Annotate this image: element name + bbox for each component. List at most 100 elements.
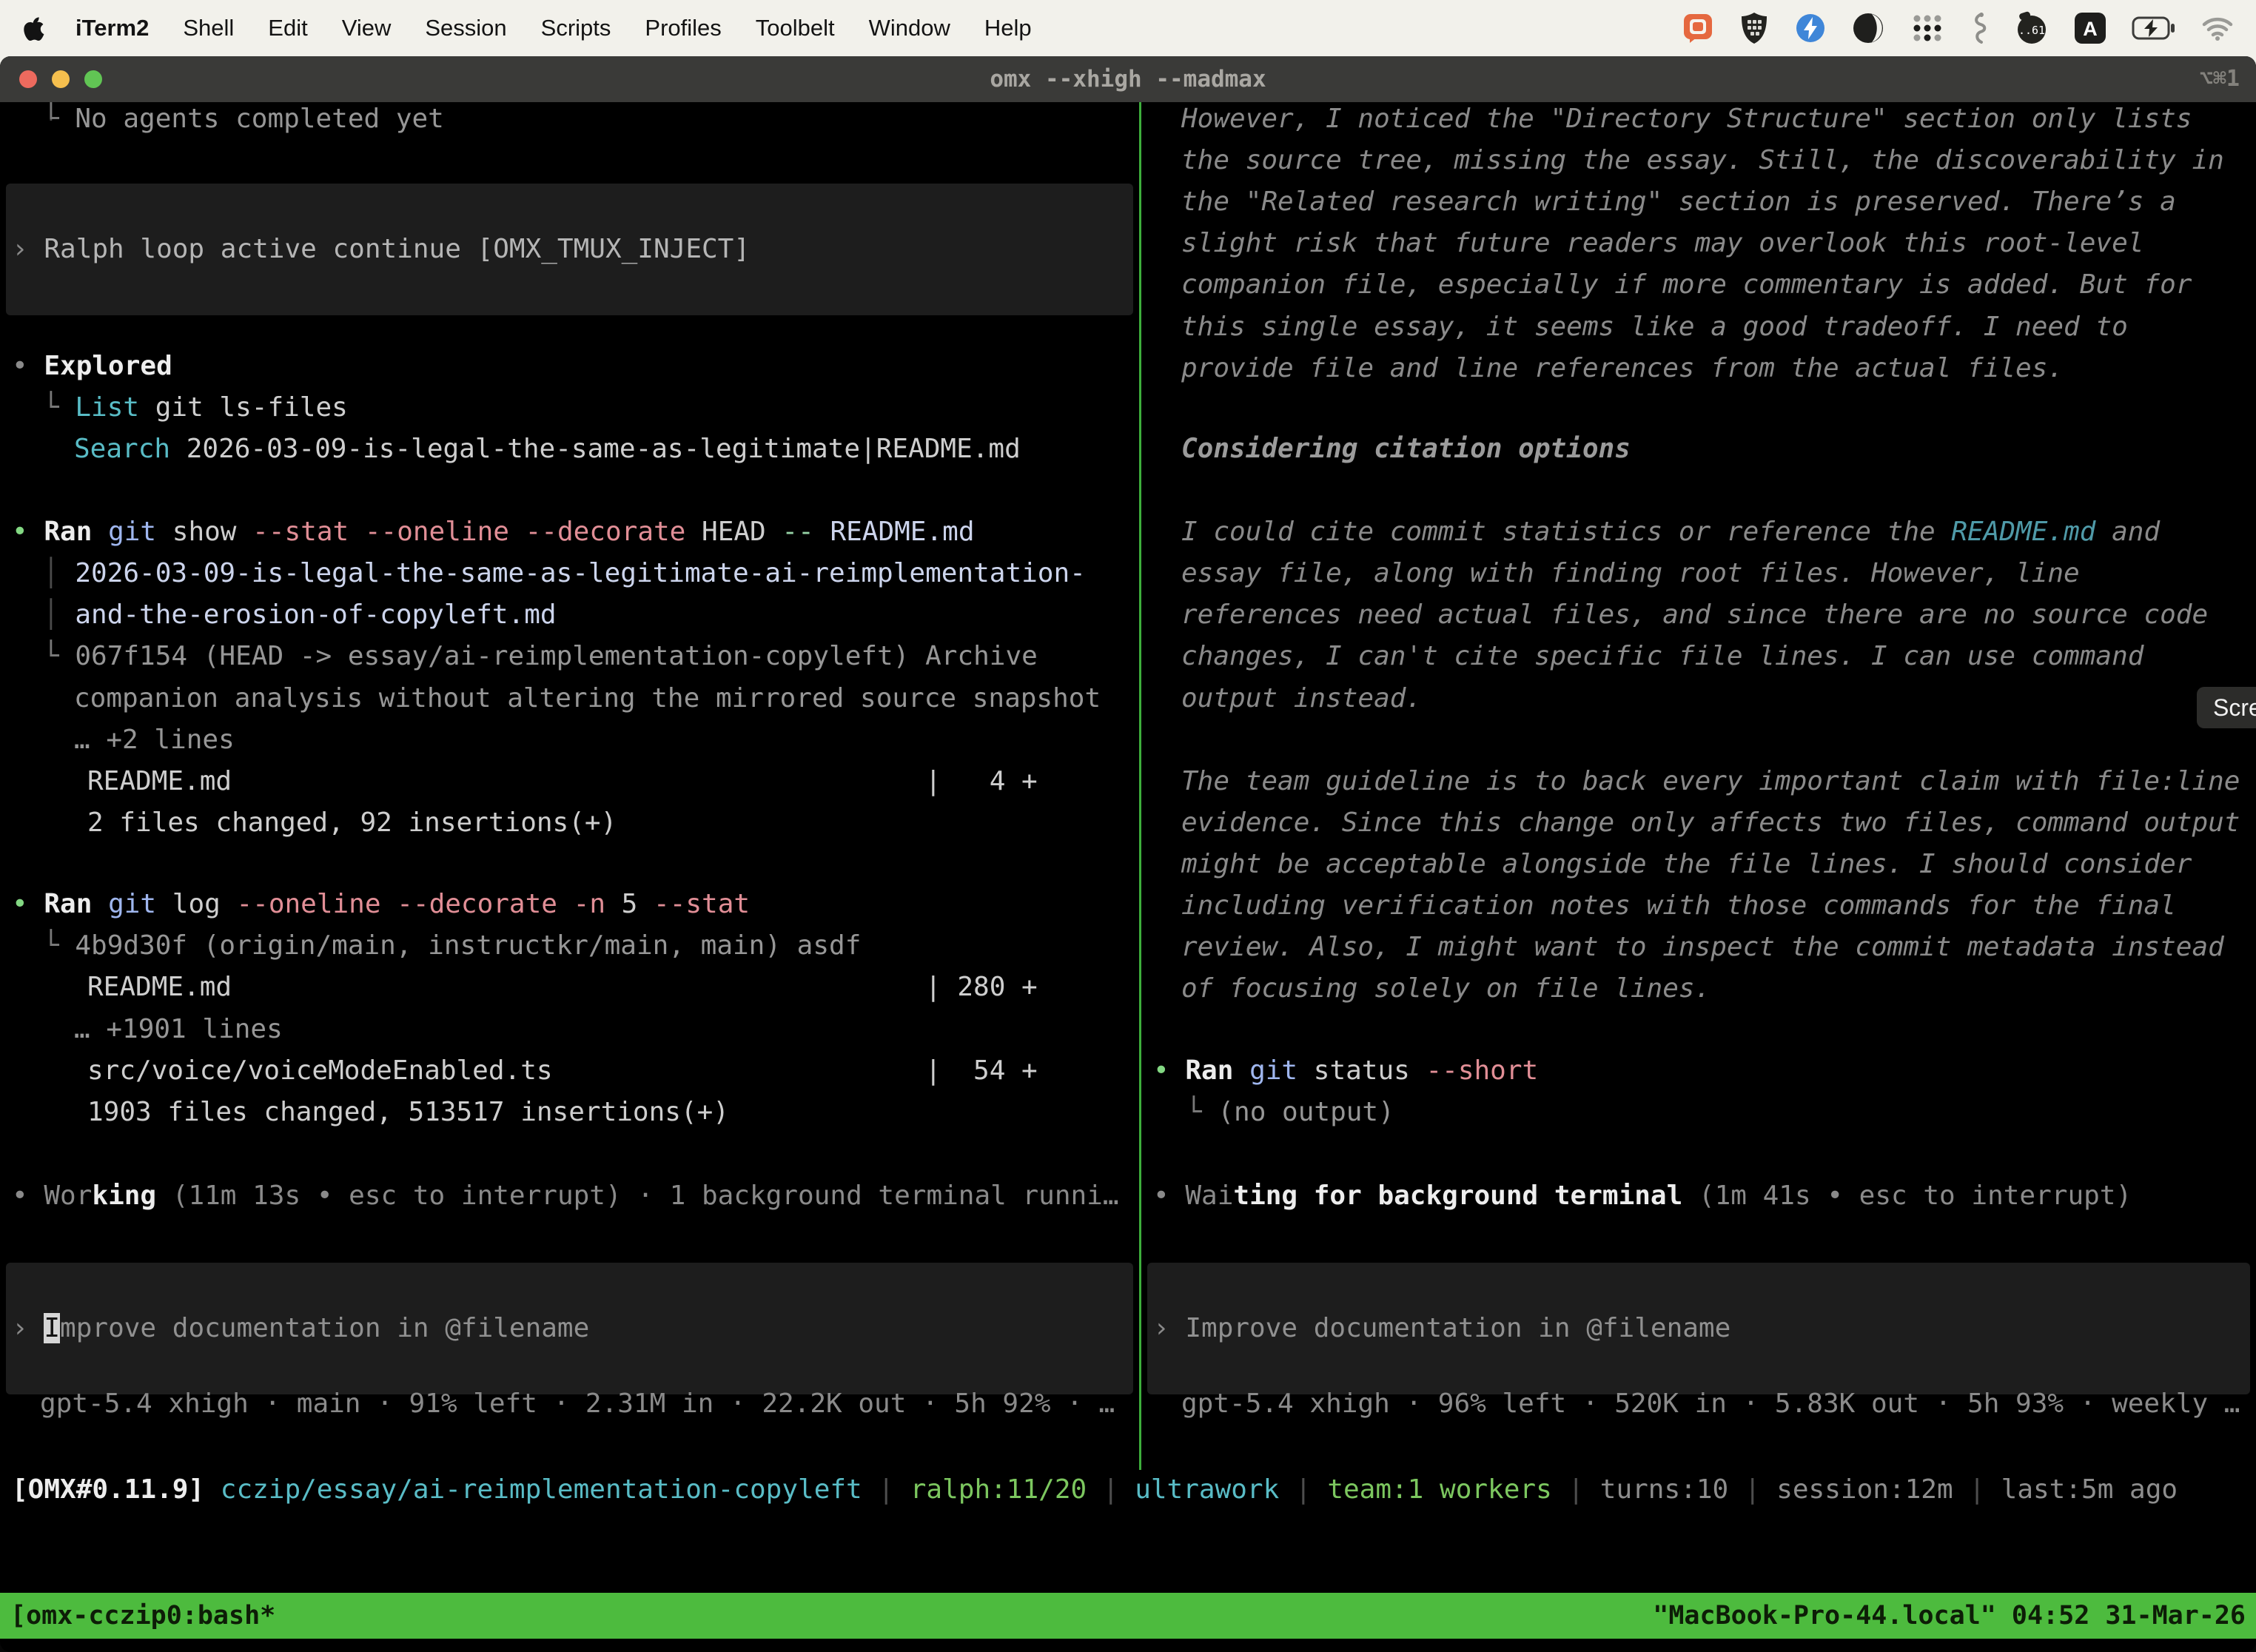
reasoning-p3-line1: The team guideline is to back every impo… [1181, 765, 2240, 799]
bolt-badge-icon[interactable] [1794, 12, 1827, 44]
dragon-squiggle-icon[interactable] [1970, 11, 1990, 45]
menu-item-session[interactable]: Session [425, 15, 506, 41]
omx-status-bar: [OMX#0.11.9] cczip/essay/ai-reimplementa… [12, 1473, 2178, 1507]
tree-branch: └ [43, 104, 75, 134]
ran-git-log-line: • Ran git log --oneline --decorate -n 5 … [12, 887, 750, 921]
reasoning-p1-line3: the "Related research writing" section i… [1181, 185, 2176, 219]
log-stat-count-2: | 54 + [925, 1054, 1038, 1088]
battery-icon[interactable] [2132, 16, 2176, 40]
svg-text:..61: ..61 [2018, 24, 2045, 37]
window-shortcut-badge: ⌥⌘1 [2200, 56, 2240, 102]
show-summary-line: 2 files changed, 92 insertions(+) [87, 806, 617, 840]
reasoning-p1-line7: provide file and line references from th… [1181, 352, 2064, 386]
menu-item-window[interactable]: Window [869, 15, 950, 41]
show-arg-line-2: │ and-the-erosion-of-copyleft.md [43, 598, 557, 632]
bullet-icon: • [1153, 1055, 1185, 1086]
log-stat-file-1: README.md [87, 970, 232, 1004]
shield-grid-icon[interactable] [1739, 11, 1769, 45]
text-cursor: I [44, 1313, 60, 1343]
reasoning-p1-line6: this single essay, it seems like a good … [1181, 310, 2128, 344]
last-activity: last:5m ago [2001, 1474, 2178, 1505]
reasoning-p3-line4: including verification notes with those … [1181, 889, 2176, 923]
arc-crescent-icon[interactable] [1852, 12, 1884, 44]
screen-share-overlay[interactable]: Scre [2197, 687, 2256, 728]
waiting-status-line: • Waiting for background terminal (1m 41… [1153, 1179, 2132, 1213]
ultrawork-badge: ultrawork [1135, 1474, 1279, 1505]
working-status-line: • Working (11m 13s • esc to interrupt) ·… [12, 1179, 1119, 1213]
menu-item-toolbelt[interactable]: Toolbelt [756, 15, 835, 41]
reasoning-p2-line4: changes, I can't cite specific file line… [1181, 639, 2143, 674]
left-terminal-pane[interactable]: │ └ No agents completed yet › Ralph loop… [0, 102, 1139, 1470]
tmux-status-bar: [omx-cczip0:bash* "MacBook-Pro-44.local"… [0, 1593, 2256, 1639]
show-arg-line-1: │ 2026-03-09-is-legal-the-same-as-legiti… [43, 557, 1086, 591]
menu-item-scripts[interactable]: Scripts [541, 15, 611, 41]
left-prompt-input[interactable]: › Improve documentation in @filename [12, 1312, 589, 1346]
tree-branch: └ [43, 930, 75, 961]
reasoning-heading: Considering citation options [1181, 432, 1631, 466]
macos-menu-bar: iTerm2 Shell Edit View Session Scripts P… [0, 0, 2256, 56]
reasoning-p1-line4: slight risk that future readers may over… [1181, 226, 2143, 261]
show-output-line-3: … +2 lines [74, 723, 235, 757]
apple-menu-icon[interactable] [22, 15, 44, 41]
right-model-status-line: gpt-5.4 xhigh · 96% left · 520K in · 5.8… [1181, 1387, 2240, 1421]
menu-item-iterm2[interactable]: iTerm2 [75, 15, 149, 41]
reasoning-p1-line1: However, I noticed the "Directory Struct… [1181, 102, 2192, 136]
reasoning-p2-line3: references need actual files, and since … [1181, 598, 2208, 632]
log-summary-line: 1903 files changed, 513517 insertions(+) [87, 1095, 729, 1129]
a-app-icon[interactable]: A [2074, 12, 2106, 44]
svg-text:A: A [2083, 18, 2098, 40]
window-title: omx --xhigh --madmax [0, 56, 2256, 102]
log-stat-file-2: src/voice/voiceModeEnabled.ts [87, 1054, 553, 1088]
reasoning-p2-line2: essay file, along with finding root file… [1181, 557, 2080, 591]
show-output-line-1: └ 067f154 (HEAD -> essay/ai-reimplementa… [43, 639, 1038, 674]
dots-grid-icon[interactable] [1910, 12, 1945, 44]
menu-item-edit[interactable]: Edit [268, 15, 307, 41]
menu-item-shell[interactable]: Shell [183, 15, 234, 41]
show-stat-file: README.md [87, 765, 232, 799]
prompt-chevron-icon: › [12, 1313, 44, 1343]
omx-version: [OMX#0.11.9] [12, 1474, 221, 1505]
show-output-line-2: companion analysis without altering the … [74, 682, 1101, 716]
right-prompt-input[interactable]: › Improve documentation in @filename [1153, 1312, 1730, 1346]
bullet-icon: • [1153, 1181, 1185, 1211]
window-title-bar[interactable]: omx --xhigh --madmax ⌥⌘1 [0, 56, 2256, 102]
team-workers: team:1 workers [1327, 1474, 1551, 1505]
bullet-icon: • [12, 1181, 44, 1211]
turns-counter: turns:10 [1600, 1474, 1728, 1505]
reasoning-p2-line1: I could cite commit statistics or refere… [1181, 515, 2160, 549]
tmux-host-clock: "MacBook-Pro-44.local" 04:52 31-Mar-26 [1653, 1601, 2246, 1631]
reasoning-p1-line2: the source tree, missing the essay. Stil… [1181, 144, 2224, 178]
left-model-status-line: gpt-5.4 xhigh · main · 91% left · 2.31M … [40, 1387, 1115, 1421]
menu-item-profiles[interactable]: Profiles [645, 15, 721, 41]
tree-branch: └ [43, 392, 75, 423]
right-terminal-pane[interactable]: However, I noticed the "Directory Struct… [1141, 102, 2256, 1470]
bullet-icon: • [12, 517, 44, 547]
tree-pipe: │ [43, 600, 75, 630]
ralph-loop-line: › Ralph loop active continue [OMX_TMUX_I… [12, 232, 750, 266]
tmux-window-tab[interactable]: [omx-cczip0:bash* [10, 1601, 275, 1631]
prompt-chevron-icon: › [1153, 1313, 1185, 1343]
menu-item-help[interactable]: Help [984, 15, 1032, 41]
no-output-line: └ (no output) [1186, 1095, 1394, 1129]
wifi-icon[interactable] [2201, 16, 2234, 41]
no-agents-line: └ No agents completed yet [43, 102, 444, 136]
readme-link[interactable]: README.md [1951, 517, 2095, 547]
tree-branch: └ [43, 641, 75, 671]
log-output-line-2: … +1901 lines [74, 1013, 283, 1047]
log-stat-count-1: | 280 + [925, 970, 1038, 1004]
bullet-icon: • [12, 889, 44, 919]
session-timer: session:12m [1776, 1474, 1953, 1505]
tree-branch: └ [1186, 1097, 1218, 1127]
show-stat-count: | 4 + [925, 765, 1038, 799]
screen-record-status-icon[interactable] [1682, 12, 1714, 44]
ran-git-show-line: • Ran git show --stat --oneline --decora… [12, 515, 975, 549]
reasoning-p3-line2: evidence. Since this change only affects… [1181, 806, 2240, 840]
search-line: Search 2026-03-09-is-legal-the-same-as-l… [74, 432, 1021, 466]
reasoning-p1-line5: companion file, especially if more comme… [1181, 268, 2192, 302]
menu-item-view[interactable]: View [342, 15, 392, 41]
timer-badge-icon[interactable]: ..61 [2015, 11, 2049, 45]
tree-pipe: │ [43, 558, 75, 588]
list-files-line: └ List git ls-files [43, 391, 348, 425]
reasoning-p3-line6: of focusing solely on file lines. [1181, 972, 1711, 1006]
explored-heading: • Explored [12, 349, 172, 383]
